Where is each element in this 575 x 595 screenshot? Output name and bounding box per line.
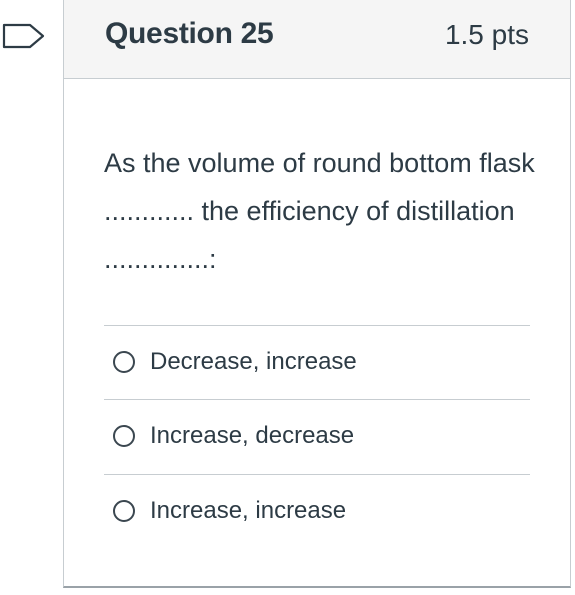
question-card: Question 25 1.5 pts As the volume of rou…	[63, 0, 571, 588]
question-title: Question 25	[105, 17, 274, 50]
answer-label: Increase, increase	[150, 497, 347, 524]
answer-label: Decrease, increase	[150, 348, 357, 375]
radio-button-icon[interactable]	[113, 500, 135, 522]
answer-option-3[interactable]: Increase, increase	[104, 474, 530, 548]
question-points: 1.5 pts	[444, 19, 529, 50]
question-text: As the volume of round bottom flask ....…	[104, 148, 535, 274]
answer-option-2[interactable]: Increase, decrease	[104, 399, 530, 473]
radio-button-icon[interactable]	[113, 351, 135, 373]
answer-option-1[interactable]: Decrease, increase	[104, 325, 530, 399]
question-header: Question 25 1.5 pts	[64, 0, 570, 79]
radio-button-icon[interactable]	[113, 425, 135, 447]
answer-label: Increase, decrease	[150, 422, 355, 449]
flag-question-icon[interactable]	[2, 23, 46, 49]
